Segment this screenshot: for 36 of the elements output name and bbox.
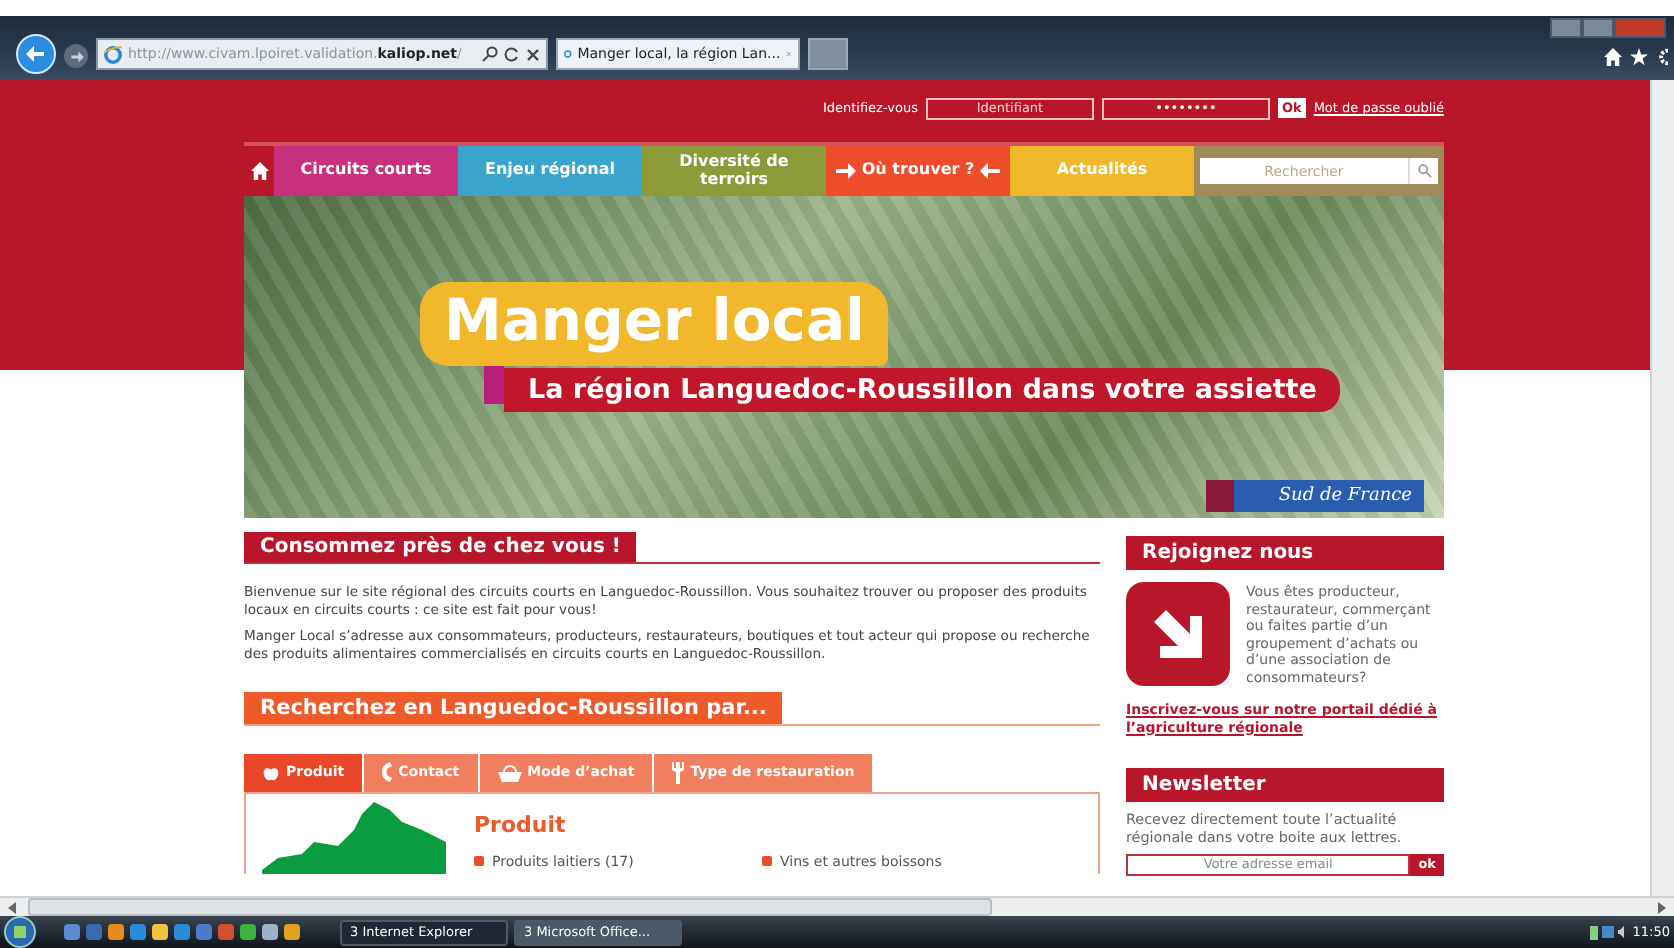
- close-icon[interactable]: [526, 47, 540, 61]
- apple-icon: [262, 763, 280, 782]
- search-icon[interactable]: [482, 46, 498, 62]
- vertical-scrollbar[interactable]: [1650, 80, 1674, 896]
- start-button[interactable]: [4, 916, 36, 948]
- refresh-icon[interactable]: [504, 46, 520, 62]
- network-icon: [1590, 924, 1627, 940]
- browser-logo-icon: [104, 45, 122, 63]
- horizontal-scrollbar[interactable]: [0, 896, 1674, 916]
- arrow-icon: [980, 162, 1001, 180]
- section-heading: Rejoignez nous: [1126, 536, 1444, 570]
- maximize-button[interactable]: [1582, 18, 1614, 38]
- nav-tab[interactable]: Où trouver ?: [826, 146, 1010, 196]
- star-icon[interactable]: [1630, 48, 1648, 66]
- settings-icon[interactable]: [1656, 48, 1668, 66]
- section-heading: Newsletter: [1126, 767, 1444, 802]
- scroll-right-icon[interactable]: [1658, 901, 1666, 913]
- home-icon[interactable]: [1604, 48, 1622, 66]
- section-heading: Consommez près de chez vous !: [244, 532, 637, 562]
- nav-tab[interactable]: Circuits courts: [274, 146, 458, 196]
- section-heading: Recherchez en Languedoc-Roussillon par...: [244, 691, 783, 724]
- logo: Sud de France: [1206, 480, 1424, 512]
- arrow-icon: [835, 162, 856, 180]
- forward-button[interactable]: [64, 44, 88, 68]
- panel-title: Produit: [474, 811, 568, 838]
- forward-arrow-icon: [69, 49, 83, 63]
- minimize-button[interactable]: [1550, 18, 1582, 38]
- phone-handset-icon: [382, 762, 393, 783]
- scroll-left-icon[interactable]: [8, 901, 16, 913]
- basket-icon: [497, 763, 522, 782]
- back-arrow-icon: [26, 44, 46, 64]
- fork-icon: [672, 761, 685, 784]
- browser-logo-icon: [564, 46, 572, 62]
- banner-title: Manger local: [420, 282, 889, 366]
- back-button[interactable]: [16, 34, 56, 74]
- banner-subtitle: La région Languedoc-Roussillon dans votre assiette: [504, 368, 1341, 412]
